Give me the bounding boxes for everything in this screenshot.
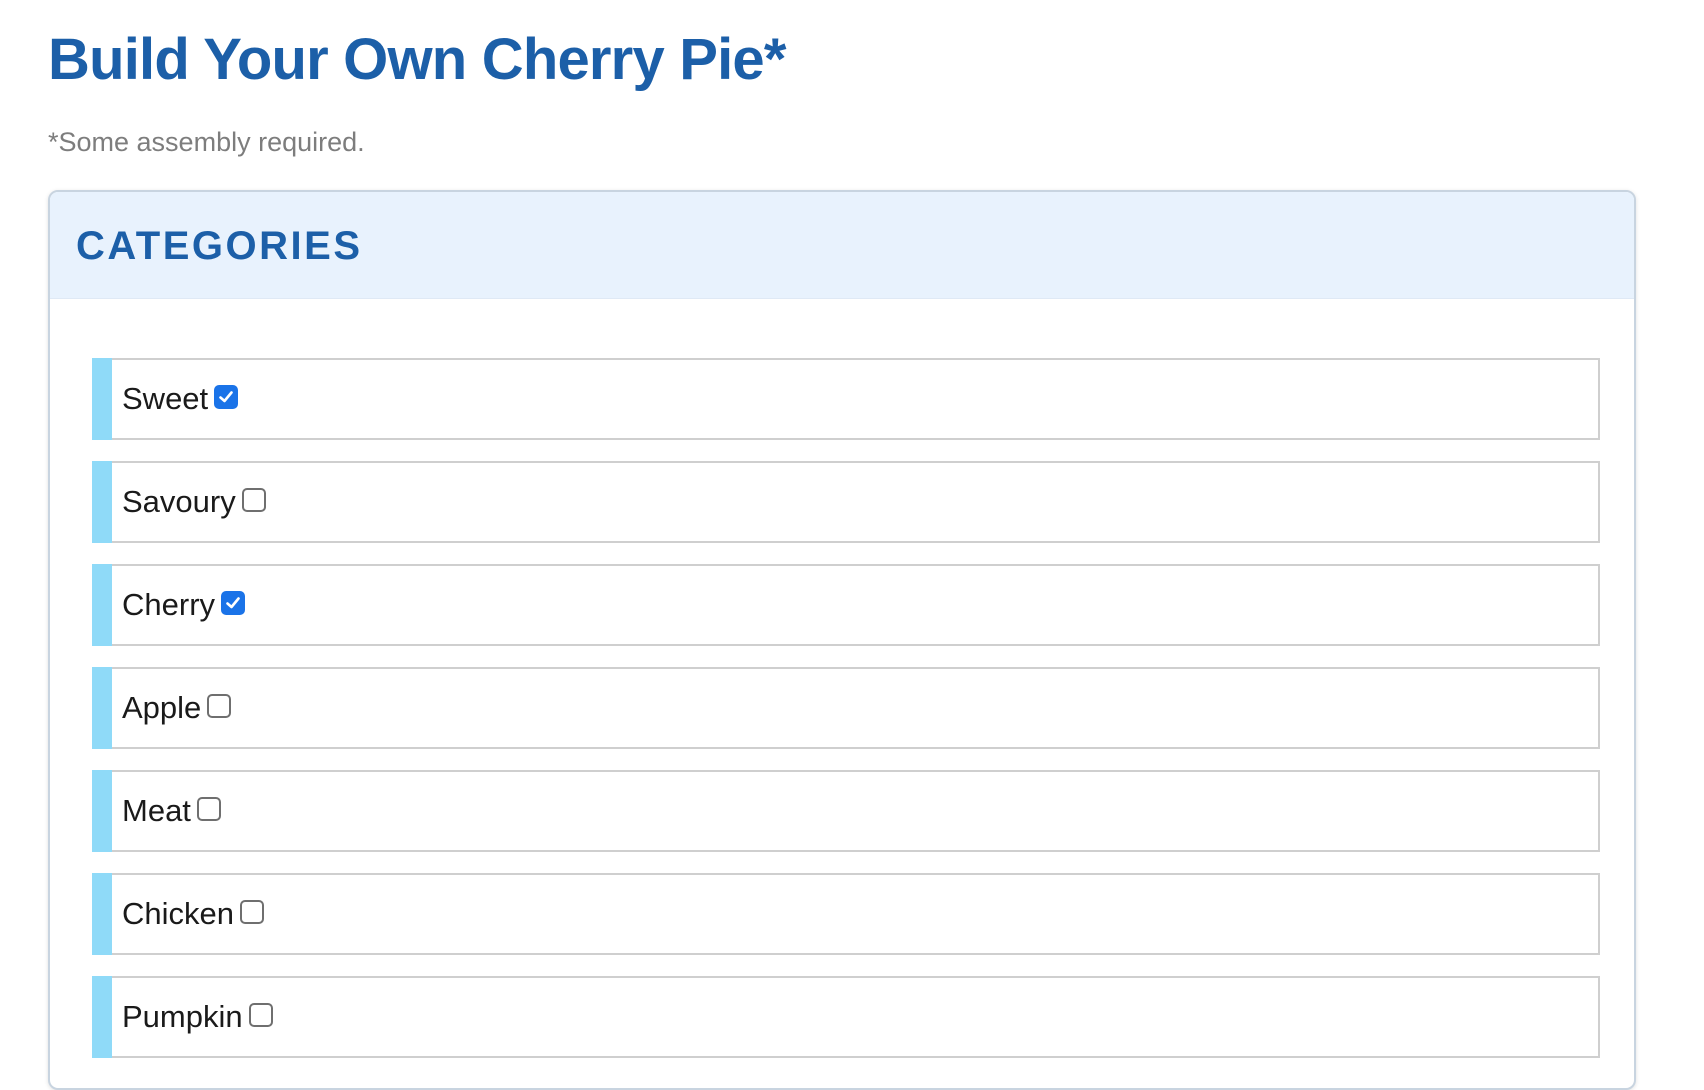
sweet-checkbox[interactable]	[214, 385, 239, 409]
category-text: Sweet	[122, 381, 209, 416]
category-item-meat: Meat	[92, 770, 1600, 852]
category-text: Savoury	[122, 484, 236, 519]
savoury-checkbox[interactable]	[241, 488, 266, 512]
category-text: Meat	[122, 793, 191, 828]
category-label-chicken[interactable]: Chicken	[122, 875, 264, 953]
category-text: Chicken	[122, 896, 234, 931]
category-list: Sweet Savoury Cherry Apple Meat Chicken …	[92, 358, 1600, 1079]
panel-header: CATEGORIES	[50, 192, 1634, 299]
accent-bar	[92, 770, 112, 852]
category-item-sweet: Sweet	[92, 358, 1600, 440]
accent-bar	[92, 564, 112, 646]
category-label-sweet[interactable]: Sweet	[122, 360, 239, 438]
page-title: Build Your Own Cherry Pie*	[48, 27, 786, 92]
category-text: Apple	[122, 690, 202, 725]
category-label-savoury[interactable]: Savoury	[122, 463, 266, 541]
cherry-checkbox[interactable]	[221, 591, 246, 615]
category-label-meat[interactable]: Meat	[122, 772, 221, 850]
checkmark-icon	[226, 597, 240, 609]
category-item-savoury: Savoury	[92, 461, 1600, 543]
category-text: Cherry	[122, 587, 216, 622]
chicken-checkbox[interactable]	[240, 900, 264, 924]
accent-bar	[92, 461, 112, 543]
category-item-apple: Apple	[92, 667, 1600, 749]
category-item-chicken: Chicken	[92, 873, 1600, 955]
category-item-pumpkin: Pumpkin	[92, 976, 1600, 1058]
accent-bar	[92, 873, 112, 955]
pumpkin-checkbox[interactable]	[248, 1003, 273, 1027]
meat-checkbox[interactable]	[196, 797, 221, 821]
accent-bar	[92, 358, 112, 440]
category-label-apple[interactable]: Apple	[122, 669, 232, 747]
categories-panel: CATEGORIES Sweet Savoury Cherry Apple Me…	[48, 190, 1636, 1090]
panel-title: CATEGORIES	[76, 224, 363, 268]
checkmark-icon	[219, 391, 233, 403]
apple-checkbox[interactable]	[207, 694, 232, 718]
category-text: Pumpkin	[122, 999, 243, 1034]
category-label-cherry[interactable]: Cherry	[122, 566, 246, 644]
category-item-cherry: Cherry	[92, 564, 1600, 646]
page-subtitle: *Some assembly required.	[48, 127, 365, 157]
category-label-pumpkin[interactable]: Pumpkin	[122, 978, 273, 1056]
accent-bar	[92, 667, 112, 749]
accent-bar	[92, 976, 112, 1058]
